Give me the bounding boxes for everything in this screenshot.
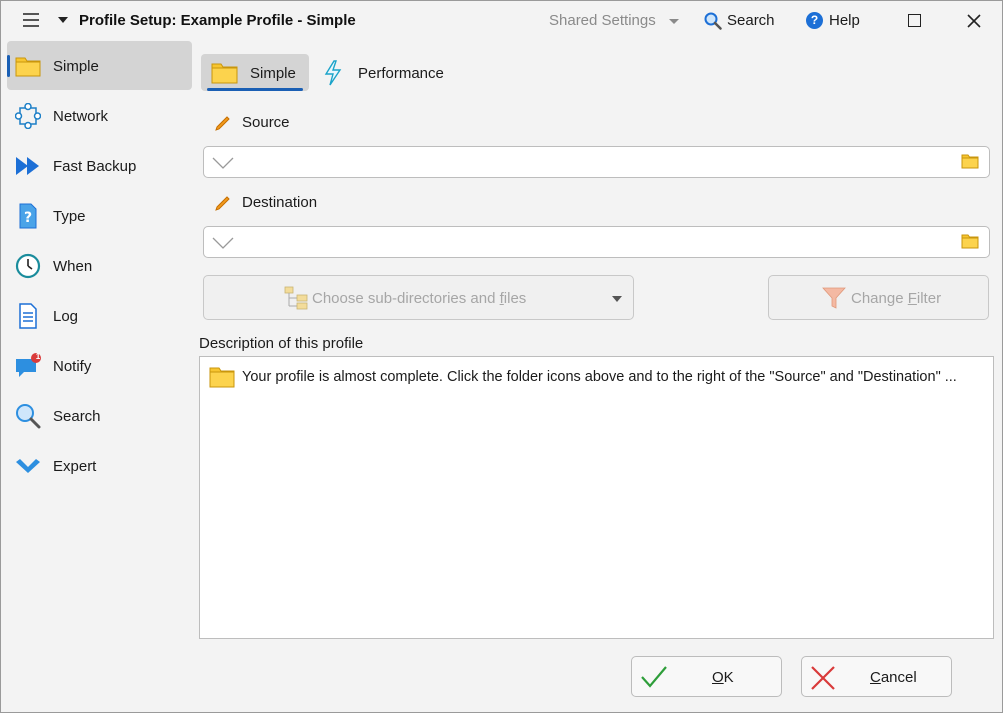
log-document-icon <box>19 303 37 329</box>
lightning-icon <box>324 60 342 86</box>
sidebar-item-label: Simple <box>53 58 99 75</box>
tab-label: Simple <box>250 65 296 82</box>
folder-icon <box>15 57 41 77</box>
folder-icon <box>211 63 238 84</box>
folder-icon <box>209 367 235 388</box>
sidebar-item-label: Log <box>53 308 79 325</box>
sidebar-item-label: Expert <box>53 458 97 475</box>
active-tab-indicator <box>207 88 303 91</box>
title-bar: Profile Setup: Example Profile - Simple … <box>1 1 1002 41</box>
button-label: Cancel <box>870 669 917 686</box>
chevron-down-icon[interactable] <box>612 296 622 302</box>
source-combobox[interactable] <box>203 146 990 178</box>
sidebar-item-label: Search <box>53 408 101 425</box>
sidebar-item-label: Type <box>53 208 86 225</box>
dropdown-caret-icon[interactable] <box>58 17 68 23</box>
destination-input[interactable] <box>240 232 940 252</box>
sidebar-item-label: When <box>53 258 93 275</box>
sidebar-item-label: Notify <box>53 358 92 375</box>
folder-tree-icon <box>284 286 308 310</box>
help-label: Help <box>829 12 860 29</box>
help-icon: ? <box>806 12 823 29</box>
sidebar-item-network[interactable]: Network <box>7 91 192 140</box>
ok-button[interactable]: OK <box>631 656 782 697</box>
funnel-icon <box>822 287 846 309</box>
sidebar-item-simple[interactable]: Simple <box>7 41 192 90</box>
destination-combobox[interactable] <box>203 226 990 258</box>
sidebar-item-label: Network <box>53 108 109 125</box>
sidebar-item-label: Fast Backup <box>53 158 137 175</box>
search-icon <box>704 12 722 30</box>
document-question-icon: ? <box>19 203 37 229</box>
button-label: Choose sub-directories and files <box>312 290 527 307</box>
hamburger-menu-icon[interactable] <box>23 13 41 29</box>
magnifier-icon <box>16 404 41 429</box>
sidebar-item-when[interactable]: When <box>7 241 192 290</box>
description-label: Description of this profile <box>199 335 364 352</box>
sidebar-item-log[interactable]: Log <box>7 291 192 340</box>
chevron-down-icon[interactable] <box>212 156 234 170</box>
shared-settings-menu[interactable]: Shared Settings <box>549 12 656 29</box>
cancel-x-icon <box>811 666 835 690</box>
svg-text:?: ? <box>24 210 32 226</box>
sidebar-item-notify[interactable]: Notify 1 <box>7 341 192 390</box>
checkmark-chevron-icon <box>16 459 40 473</box>
maximize-button[interactable] <box>908 14 921 27</box>
window-title: Profile Setup: Example Profile - Simple <box>79 12 356 29</box>
sidebar-item-fast-backup[interactable]: Fast Backup <box>7 141 192 190</box>
folder-icon[interactable] <box>961 234 979 249</box>
source-input[interactable] <box>240 152 940 172</box>
close-icon[interactable] <box>966 13 982 29</box>
description-text: Your profile is almost complete. Click t… <box>242 369 957 385</box>
pencil-icon <box>215 196 230 211</box>
pencil-icon <box>215 116 230 131</box>
folder-icon[interactable] <box>961 154 979 169</box>
checkmark-icon <box>641 666 667 688</box>
choose-subdirectories-button[interactable]: Choose sub-directories and files <box>203 275 634 320</box>
fast-forward-icon <box>16 157 39 175</box>
sidebar: Simple Network Fast Backup ? Type When L… <box>1 41 195 641</box>
change-filter-button[interactable]: Change Filter <box>768 275 989 320</box>
sidebar-item-search[interactable]: Search <box>7 391 192 440</box>
tab-simple[interactable]: Simple <box>201 54 309 91</box>
tab-label: Performance <box>358 65 444 82</box>
profile-setup-window: Profile Setup: Example Profile - Simple … <box>0 0 1003 713</box>
description-textbox[interactable]: Your profile is almost complete. Click t… <box>199 356 994 639</box>
chevron-down-icon[interactable] <box>212 236 234 250</box>
sidebar-item-expert[interactable]: Expert <box>7 441 192 490</box>
button-label: Change Filter <box>851 290 942 307</box>
button-label: OK <box>712 669 734 686</box>
cancel-button[interactable]: Cancel <box>801 656 952 697</box>
search-label: Search <box>727 12 775 29</box>
sidebar-item-type[interactable]: ? Type <box>7 191 192 240</box>
chevron-down-icon[interactable] <box>669 19 679 24</box>
tab-performance[interactable]: Performance <box>317 54 457 91</box>
network-icon <box>15 103 41 129</box>
clock-icon <box>15 253 41 279</box>
notification-badge: 1 <box>35 352 41 361</box>
